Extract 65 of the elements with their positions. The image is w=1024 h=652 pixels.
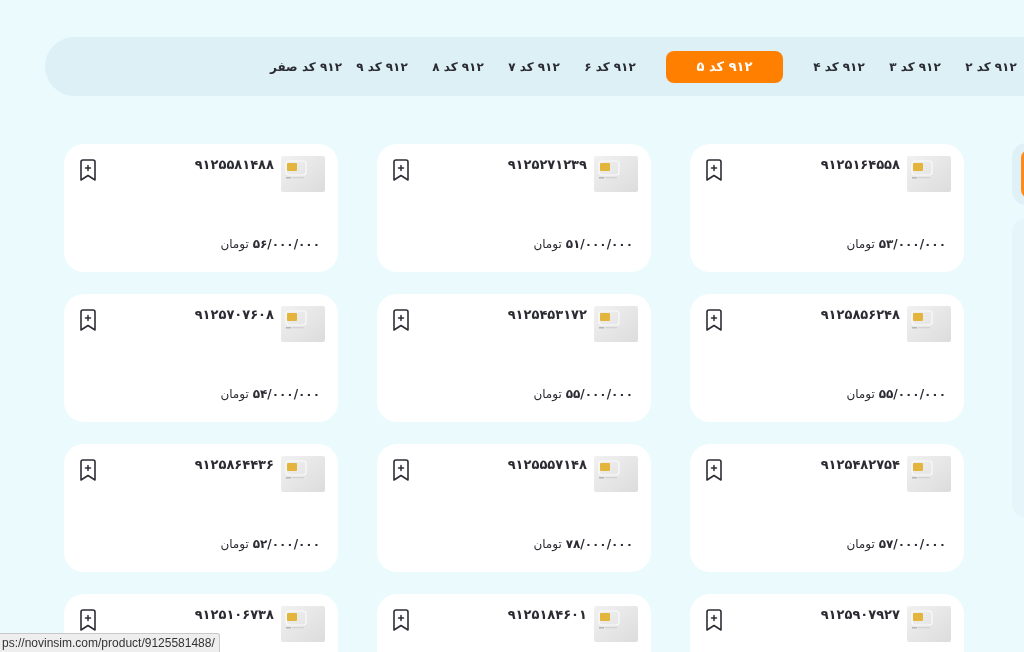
product-card[interactable]: ۹۱۲۵۴۸۲۷۵۴ ۵۷/۰۰۰/۰۰۰ تومان [690, 444, 964, 572]
product-card[interactable]: ۹۱۲۵۸۶۴۴۳۶ ۵۲/۰۰۰/۰۰۰ تومان [64, 444, 338, 572]
phone-number: ۹۱۲۵۵۵۷۱۴۸ [507, 456, 587, 474]
link-url-tooltip: ps://novinsim.com/product/9125581488/ [0, 633, 220, 652]
phone-number: ۹۱۲۵۱۸۴۶۰۱ [507, 606, 587, 624]
price: ۵۶/۰۰۰/۰۰۰ تومان [220, 236, 320, 252]
bookmark-plus-icon[interactable] [79, 309, 97, 331]
product-card[interactable]: ۹۱۲۵۷۰۷۶۰۸ ۵۴/۰۰۰/۰۰۰ تومان [64, 294, 338, 422]
sim-card-icon [281, 456, 325, 492]
sim-card-icon [907, 456, 951, 492]
price: ۵۵/۰۰۰/۰۰۰ تومان [846, 386, 946, 402]
price: ۵۳/۰۰۰/۰۰۰ تومان [846, 236, 946, 252]
bookmark-plus-icon[interactable] [705, 609, 723, 631]
tab[interactable]: ۹۱۲ کد ۳ [877, 50, 953, 83]
product-card[interactable]: ۹۱۲۵۱۸۴۶۰۱ [377, 594, 651, 652]
tab[interactable]: ۹۱۲ کد ۷ [496, 50, 572, 83]
sim-card-icon [594, 156, 638, 192]
price: ۵۷/۰۰۰/۰۰۰ تومان [846, 536, 946, 552]
product-card[interactable]: ۹۱۲۵۵۵۷۱۴۸ ۷۸/۰۰۰/۰۰۰ تومان [377, 444, 651, 572]
phone-number: ۹۱۲۵۸۵۶۲۴۸ [820, 306, 900, 324]
sim-card-icon [281, 306, 325, 342]
bookmark-plus-icon[interactable] [79, 459, 97, 481]
bookmark-plus-icon[interactable] [392, 309, 410, 331]
bookmark-plus-icon[interactable] [705, 309, 723, 331]
price: ۵۱/۰۰۰/۰۰۰ تومان [533, 236, 633, 252]
price: ۵۲/۰۰۰/۰۰۰ تومان [220, 536, 320, 552]
tab[interactable]: ۹۱۲ کد صفر [268, 50, 344, 83]
tab[interactable]: ۹۱۲ کد ۶ [572, 50, 648, 83]
sim-card-icon [594, 606, 638, 642]
sim-card-icon [907, 306, 951, 342]
product-card[interactable]: ۹۱۲۵۵۸۱۴۸۸ ۵۶/۰۰۰/۰۰۰ تومان [64, 144, 338, 272]
phone-number: ۹۱۲۵۴۸۲۷۵۴ [820, 456, 900, 474]
phone-number: ۹۱۲۵۴۵۳۱۷۲ [507, 306, 587, 324]
tab[interactable]: ۹۱۲ کد ۹ [344, 50, 420, 83]
product-card[interactable]: ۹۱۲۵۸۵۶۲۴۸ ۵۵/۰۰۰/۰۰۰ تومان [690, 294, 964, 422]
sim-card-icon [907, 156, 951, 192]
price: ۵۵/۰۰۰/۰۰۰ تومان [533, 386, 633, 402]
tab[interactable]: ۹۱۲ کد ۲ [953, 50, 1024, 83]
tab[interactable]: ۹۱۲ کد ۴ [801, 50, 877, 83]
phone-number: ۹۱۲۵۱۰۶۷۳۸ [194, 606, 274, 624]
product-card[interactable]: ۹۱۲۵۲۷۱۲۳۹ ۵۱/۰۰۰/۰۰۰ تومان [377, 144, 651, 272]
phone-number: ۹۱۲۵۵۸۱۴۸۸ [194, 156, 274, 174]
tab[interactable]: ۹۱۲ کد ۸ [420, 50, 496, 83]
product-card[interactable]: ۹۱۲۵۱۶۴۵۵۸ ۵۳/۰۰۰/۰۰۰ تومان [690, 144, 964, 272]
phone-number: ۹۱۲۵۸۶۴۴۳۶ [194, 456, 274, 474]
price: ۵۴/۰۰۰/۰۰۰ تومان [220, 386, 320, 402]
bookmark-plus-icon[interactable] [705, 159, 723, 181]
product-card[interactable]: ۹۱۲۵۴۵۳۱۷۲ ۵۵/۰۰۰/۰۰۰ تومان [377, 294, 651, 422]
phone-number: ۹۱۲۵۹۰۷۹۲۷ [820, 606, 900, 624]
bookmark-plus-icon[interactable] [79, 609, 97, 631]
bookmark-plus-icon[interactable] [79, 159, 97, 181]
sim-card-icon [594, 456, 638, 492]
sim-card-icon [594, 306, 638, 342]
bookmark-plus-icon[interactable] [392, 459, 410, 481]
bookmark-plus-icon[interactable] [705, 459, 723, 481]
product-card[interactable]: ۹۱۲۵۹۰۷۹۲۷ [690, 594, 964, 652]
phone-number: ۹۱۲۵۷۰۷۶۰۸ [194, 306, 274, 324]
sim-card-icon [281, 156, 325, 192]
price: ۷۸/۰۰۰/۰۰۰ تومان [533, 536, 633, 552]
sim-card-icon [281, 606, 325, 642]
bookmark-plus-icon[interactable] [392, 159, 410, 181]
phone-number: ۹۱۲۵۱۶۴۵۵۸ [820, 156, 900, 174]
phone-number: ۹۱۲۵۲۷۱۲۳۹ [507, 156, 587, 174]
sim-card-icon [907, 606, 951, 642]
bookmark-plus-icon[interactable] [392, 609, 410, 631]
